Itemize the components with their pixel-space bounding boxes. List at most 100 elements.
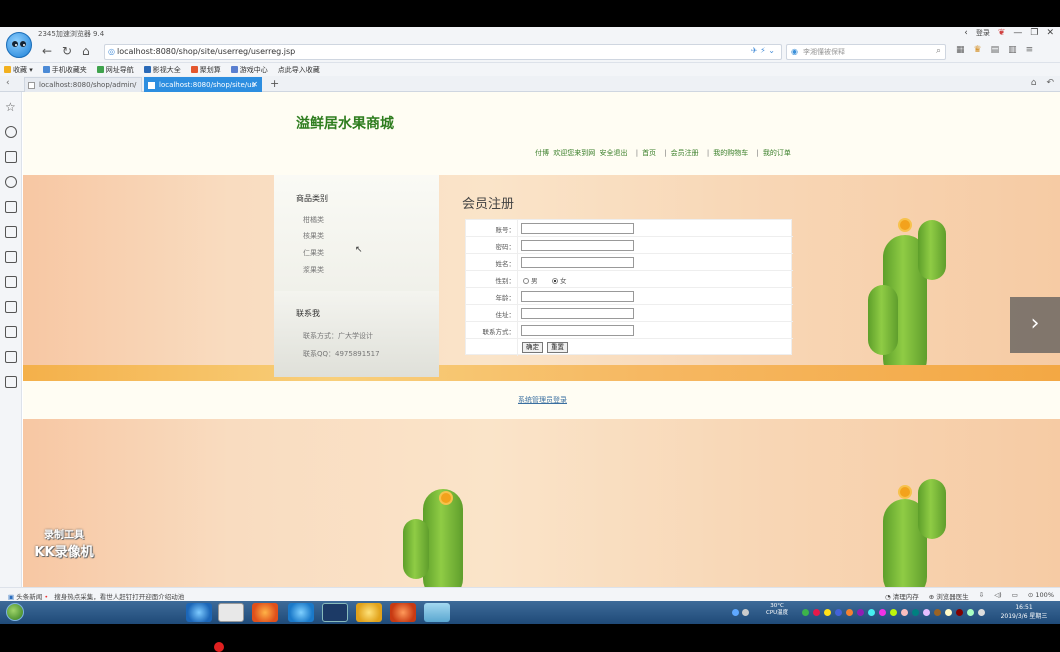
bookmark-juhuasuan[interactable]: 聚划算 <box>190 65 221 75</box>
folder-icon[interactable] <box>356 603 382 622</box>
pocket-icon[interactable]: ▤ <box>991 45 1000 55</box>
window-icon[interactable]: ▭ <box>1012 591 1018 601</box>
cpu-temperature[interactable]: 30°C CPU温度 <box>766 603 788 617</box>
admin-login-link[interactable]: 系统管理员登录 <box>518 395 567 405</box>
favorite-star-icon[interactable]: ☆ <box>5 101 17 113</box>
tray-app-icon[interactable] <box>945 609 952 616</box>
submit-button[interactable]: 确定 <box>522 342 543 353</box>
next-arrow-button[interactable]: › <box>1010 297 1060 353</box>
tray-app-icon[interactable] <box>901 609 908 616</box>
download-icon[interactable]: ⇩ <box>979 591 984 601</box>
eclipse-icon[interactable] <box>322 603 348 622</box>
gift-icon[interactable]: ♛ <box>974 45 982 55</box>
reset-button[interactable]: 重置 <box>547 342 568 353</box>
tab-scroll-left-icon[interactable]: ‹ <box>6 78 10 88</box>
tab-close-icon[interactable]: ✕ <box>251 80 258 89</box>
recorder-icon[interactable] <box>390 603 416 622</box>
url-input[interactable]: ◎ localhost:8080/shop/site/userreg/userr… <box>104 44 782 60</box>
tray-app-icon[interactable] <box>857 609 864 616</box>
taobao-icon[interactable] <box>5 201 17 213</box>
menu-icon[interactable]: ≡ <box>1026 45 1034 55</box>
bookmark-import[interactable]: 点此导入收藏 <box>278 65 320 75</box>
browser-2345-icon[interactable] <box>288 603 314 622</box>
search-engine-icon[interactable]: ◉ <box>791 47 798 56</box>
app-icon[interactable] <box>5 276 17 288</box>
undo-icon[interactable]: ↶ <box>1046 78 1054 88</box>
start-button[interactable] <box>6 603 24 621</box>
tray-app-icon[interactable] <box>813 609 820 616</box>
new-tab-icon[interactable]: + <box>270 77 279 90</box>
tray-app-icon[interactable] <box>835 609 842 616</box>
news-icon[interactable] <box>5 151 17 163</box>
tray-app-icon[interactable] <box>802 609 809 616</box>
category-item[interactable]: 仁果类 <box>303 248 324 258</box>
calendar-icon[interactable] <box>5 226 17 238</box>
bookmark-favorites[interactable]: 收藏 ▾ <box>4 65 33 75</box>
tray-app-icon[interactable] <box>912 609 919 616</box>
tray-app-icon[interactable] <box>923 609 930 616</box>
gender-male-radio[interactable]: 男 <box>523 275 538 285</box>
close-icon[interactable]: ✕ <box>1046 28 1054 38</box>
firefox-icon[interactable] <box>252 603 278 622</box>
tray-app-icon[interactable] <box>846 609 853 616</box>
category-item[interactable]: 核果类 <box>303 231 324 241</box>
bookmark-games[interactable]: 游戏中心 <box>230 65 268 75</box>
name-input[interactable] <box>521 257 634 268</box>
category-item[interactable]: 柑橘类 <box>303 215 324 225</box>
tray-app-icon[interactable] <box>879 609 886 616</box>
ie-icon[interactable] <box>186 603 212 622</box>
status-news[interactable]: ▣ 头条新闻 • 搜身热点采集，看世人赶钉打开迎面介绍动池 <box>8 591 184 601</box>
skin-icon[interactable]: ❦ <box>998 28 1006 38</box>
sound-icon[interactable]: ◁) <box>994 591 1002 601</box>
password-input[interactable] <box>521 240 634 251</box>
list-icon[interactable] <box>5 351 17 363</box>
tray-shield-icon[interactable] <box>732 609 739 616</box>
nav-orders-link[interactable]: 我的订单 <box>763 149 791 157</box>
bookmark-nav[interactable]: 网址导航 <box>96 65 134 75</box>
tray-app-icon[interactable] <box>956 609 963 616</box>
lock-icon[interactable]: ⌂ <box>1031 78 1037 88</box>
media-player-icon[interactable] <box>218 603 244 622</box>
tab-userreg[interactable]: localhost:8080/shop/site/us ✕ <box>144 77 262 92</box>
back-icon[interactable]: ← <box>42 44 52 58</box>
book-icon[interactable] <box>5 326 17 338</box>
speed-icon[interactable]: ✈ ⚡ ⌄ <box>751 46 775 55</box>
search-input[interactable]: ◉ 李湘懂被保释 ⌕ <box>786 44 946 60</box>
tray-volume-icon[interactable] <box>978 609 985 616</box>
nav-cart-link[interactable]: 我的购物车 <box>713 149 748 157</box>
tray-app-icon[interactable] <box>890 609 897 616</box>
tray-app-icon[interactable] <box>868 609 875 616</box>
gender-female-radio[interactable]: 女 <box>552 275 567 285</box>
refresh-icon[interactable]: ↻ <box>62 44 72 58</box>
gamepad-icon[interactable] <box>5 251 17 263</box>
tray-app-icon[interactable] <box>824 609 831 616</box>
login-link[interactable]: 登录 <box>976 28 990 38</box>
system-clock[interactable]: 16:51 2019/3/6 星期三 <box>994 603 1054 621</box>
search-icon[interactable]: ⌕ <box>936 46 941 56</box>
age-input[interactable] <box>521 291 634 302</box>
home-icon[interactable]: ⌂ <box>82 44 90 58</box>
weibo-icon[interactable] <box>5 176 17 188</box>
tray-app-icon[interactable] <box>934 609 941 616</box>
nav-register-link[interactable]: 会员注册 <box>671 149 699 157</box>
account-input[interactable] <box>521 223 634 234</box>
grid-icon[interactable]: ▦ <box>956 45 965 55</box>
network-icon[interactable] <box>424 603 450 622</box>
nav-home-link[interactable]: 首页 <box>642 149 656 157</box>
restore-icon[interactable]: ❐ <box>1030 28 1038 38</box>
clean-memory-button[interactable]: ◔ 清理内存 <box>885 591 919 601</box>
nav-logout-link[interactable]: 安全退出 <box>599 149 627 157</box>
browser-doctor-button[interactable]: ⊕ 浏览器医生 <box>929 591 969 601</box>
category-item[interactable]: 浆果类 <box>303 265 324 275</box>
back-small-icon[interactable]: ‹ <box>964 28 968 38</box>
video-progress-handle[interactable] <box>214 642 224 652</box>
tool-icon[interactable] <box>5 376 17 388</box>
zoom-level[interactable]: ⊙ 100% <box>1028 591 1054 601</box>
bookmark-mobile[interactable]: 手机收藏夹 <box>42 65 87 75</box>
history-icon[interactable] <box>5 126 17 138</box>
minimize-icon[interactable]: — <box>1013 28 1022 38</box>
phone-input[interactable] <box>521 325 634 336</box>
tray-app-icon[interactable] <box>967 609 974 616</box>
panel-icon[interactable]: ▥ <box>1008 45 1017 55</box>
tray-temp-icon[interactable] <box>742 609 749 616</box>
